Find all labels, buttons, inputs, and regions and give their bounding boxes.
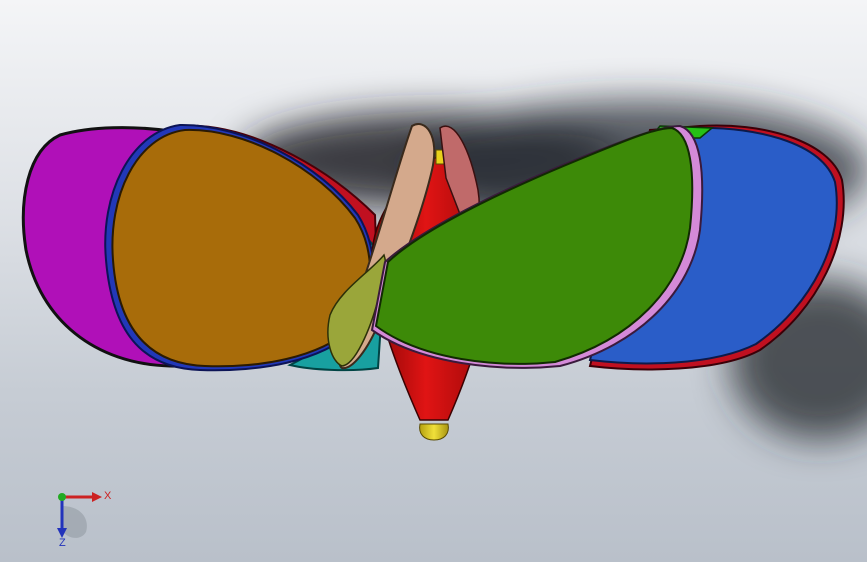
y-axis-dot bbox=[58, 493, 66, 501]
x-axis-arrow bbox=[92, 492, 102, 502]
propeller-model[interactable] bbox=[0, 0, 867, 562]
graphics-viewport[interactable]: X Z bbox=[0, 0, 867, 562]
axis-triad: X Z bbox=[57, 490, 112, 548]
triad-shadow bbox=[62, 506, 87, 538]
z-axis-label: Z bbox=[59, 537, 66, 548]
x-axis-label: X bbox=[104, 490, 112, 502]
hub-tip[interactable] bbox=[419, 423, 449, 441]
